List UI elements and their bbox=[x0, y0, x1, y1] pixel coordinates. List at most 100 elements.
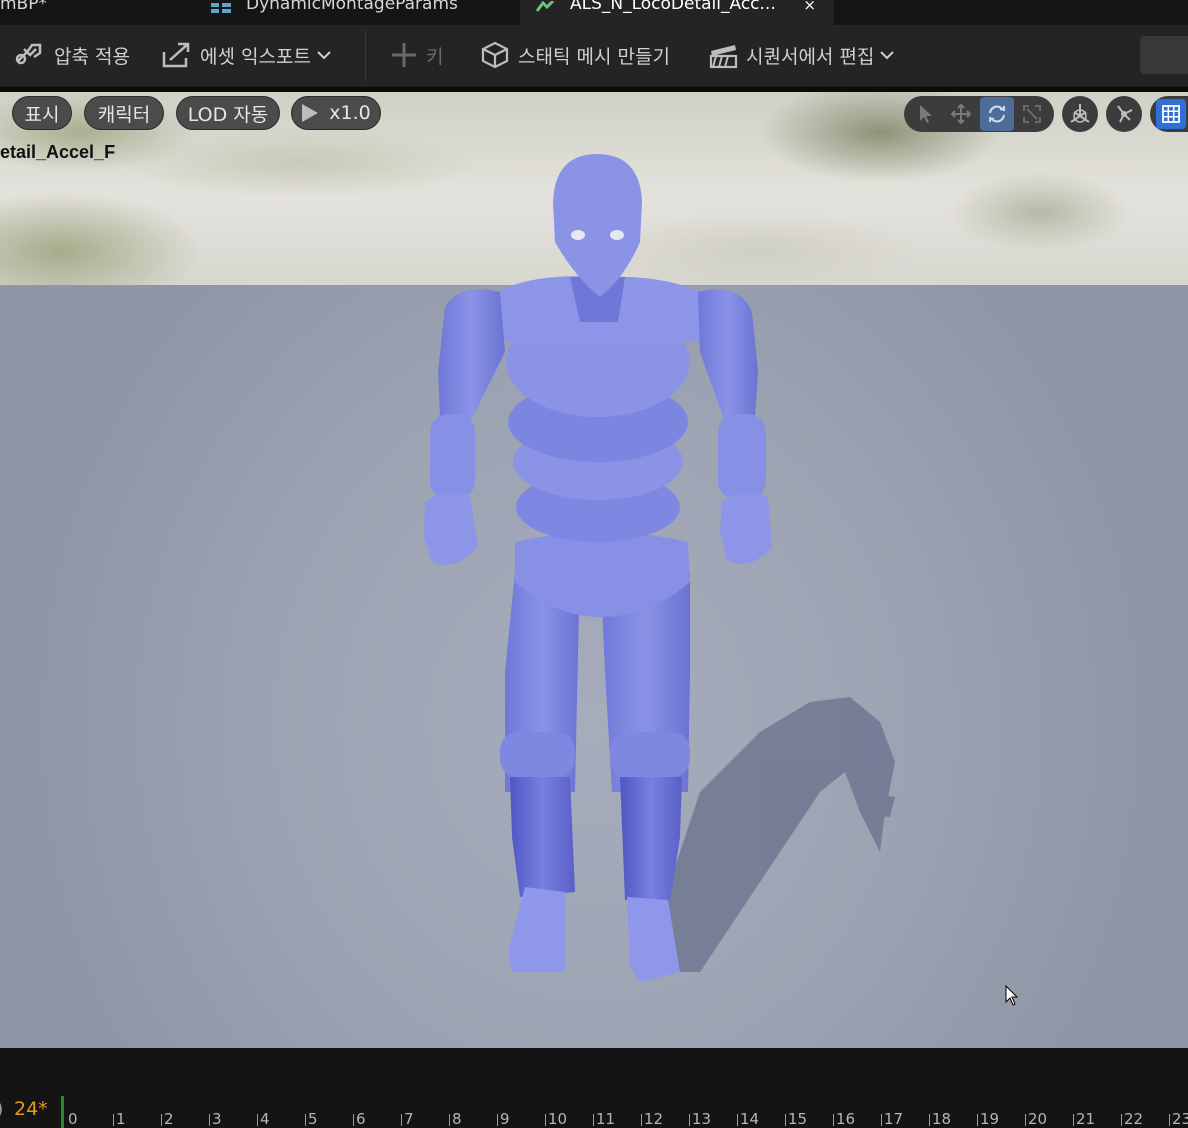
world-axes-icon bbox=[1070, 104, 1090, 123]
grid-snap-toggle[interactable] bbox=[1156, 99, 1186, 129]
add-key-label: 키 bbox=[426, 45, 444, 68]
tick-mark bbox=[497, 1114, 498, 1126]
tick-mark bbox=[161, 1114, 162, 1126]
tick-mark bbox=[977, 1114, 978, 1126]
play-icon bbox=[302, 104, 319, 122]
tick-mark bbox=[641, 1114, 642, 1126]
tick-label: 3 bbox=[212, 1110, 222, 1128]
tick-label: 11 bbox=[596, 1110, 616, 1128]
make-static-mesh-button[interactable]: 스태틱 메시 만들기 bbox=[480, 25, 670, 85]
edit-in-sequencer-button[interactable]: 시퀀서에서 편집 bbox=[708, 25, 902, 85]
tick-label: 13 bbox=[692, 1110, 712, 1128]
tick-mark bbox=[257, 1114, 258, 1126]
tick-label: 2 bbox=[164, 1110, 174, 1128]
mannequin-legs bbox=[500, 556, 690, 982]
animation-icon bbox=[535, 0, 555, 12]
tick-label: 20 bbox=[1028, 1110, 1048, 1128]
tick-label: 0 bbox=[68, 1110, 78, 1128]
show-menu-button[interactable]: 표시 bbox=[12, 96, 72, 130]
static-mesh-icon bbox=[481, 41, 509, 69]
tick-label: 21 bbox=[1076, 1110, 1096, 1128]
plus-icon bbox=[392, 43, 416, 67]
tick-mark bbox=[833, 1114, 834, 1126]
tick-mark bbox=[401, 1114, 402, 1126]
tick-label: 16 bbox=[836, 1110, 856, 1128]
playback-speed-button[interactable]: x1.0 bbox=[291, 96, 381, 130]
toolbar-overflow-button[interactable] bbox=[1140, 36, 1188, 74]
tick-label: 7 bbox=[404, 1110, 414, 1128]
tick-mark bbox=[209, 1114, 210, 1126]
tick-label: 14 bbox=[740, 1110, 760, 1128]
tick-mark bbox=[737, 1114, 738, 1126]
export-icon bbox=[162, 42, 190, 68]
sequencer-icon bbox=[709, 45, 738, 69]
mannequin-preview bbox=[424, 154, 895, 982]
tab-anim-blueprint[interactable]: mBP* bbox=[0, 0, 190, 25]
tick-mark bbox=[929, 1114, 930, 1126]
grid-snap-button[interactable] bbox=[1150, 96, 1188, 132]
tab-als-locodetail[interactable]: ALS_N_LocoDetail_Acc... × bbox=[520, 0, 834, 25]
lod-menu-button[interactable]: LOD 자동 bbox=[176, 96, 280, 130]
tick-label: 23 bbox=[1172, 1110, 1188, 1128]
export-asset-button[interactable]: 에셋 익스포트 bbox=[160, 25, 339, 85]
tick-label: 6 bbox=[356, 1110, 366, 1128]
apply-compression-button[interactable]: 압축 적용 bbox=[14, 25, 130, 85]
tick-mark bbox=[1073, 1114, 1074, 1126]
coordinate-system-button[interactable] bbox=[1062, 96, 1098, 132]
tick-label: 22 bbox=[1124, 1110, 1144, 1128]
add-key-button[interactable]: 키 bbox=[390, 25, 443, 85]
compression-icon bbox=[15, 43, 42, 65]
tick-label: 9 bbox=[500, 1110, 510, 1128]
animation-viewport[interactable]: 표시 캐릭터 LOD 자동 x1.0 etail_Accel_F bbox=[0, 92, 1188, 1048]
struct-icon bbox=[211, 2, 231, 13]
document-tab-strip: mBP* DynamicMontageParams ALS_N_LocoDeta… bbox=[0, 0, 1188, 25]
tick-mark bbox=[1121, 1114, 1122, 1126]
tick-mark bbox=[1025, 1114, 1026, 1126]
transform-tools bbox=[904, 96, 1054, 132]
translate-icon bbox=[951, 104, 972, 124]
frame-rate-display[interactable]: 24* bbox=[14, 1098, 48, 1120]
export-asset-label: 에셋 익스포트 bbox=[200, 45, 311, 68]
rotate-icon bbox=[988, 105, 1005, 123]
tick-mark bbox=[113, 1114, 114, 1126]
tick-label: 12 bbox=[644, 1110, 664, 1128]
tab-dynamic-montage-params[interactable]: DynamicMontageParams bbox=[210, 0, 510, 25]
edit-in-sequencer-label: 시퀀서에서 편집 bbox=[746, 45, 875, 68]
tick-mark bbox=[689, 1114, 690, 1126]
asset-toolbar: 압축 적용 에셋 익스포트 키 스태틱 메시 만들기 시퀀서에서 편집 bbox=[0, 25, 1188, 87]
playhead[interactable] bbox=[61, 1096, 64, 1128]
tab-label: DynamicMontageParams bbox=[246, 0, 458, 14]
tick-label: 15 bbox=[788, 1110, 808, 1128]
character-menu-button[interactable]: 캐릭터 bbox=[84, 96, 164, 130]
tick-label: 19 bbox=[980, 1110, 1000, 1128]
translate-tool-button[interactable] bbox=[944, 97, 978, 131]
tick-mark bbox=[881, 1114, 882, 1126]
animation-name-overlay: etail_Accel_F bbox=[0, 142, 116, 162]
tick-label: 4 bbox=[260, 1110, 270, 1128]
tab-label: ALS_N_LocoDetail_Acc... bbox=[570, 0, 776, 14]
tick-mark bbox=[353, 1114, 354, 1126]
apply-compression-label: 압축 적용 bbox=[54, 45, 130, 68]
select-tool-button[interactable] bbox=[909, 97, 943, 131]
tick-mark bbox=[1169, 1114, 1170, 1126]
tick-mark bbox=[545, 1114, 546, 1126]
make-static-mesh-label: 스태틱 메시 만들기 bbox=[518, 45, 670, 68]
timeline-panel: ) 24* 0123456789101112131415161718192021… bbox=[0, 1048, 1188, 1128]
rotate-tool-button[interactable] bbox=[979, 97, 1014, 131]
tick-label: 17 bbox=[884, 1110, 904, 1128]
surface-snapping-button[interactable] bbox=[1106, 96, 1142, 132]
close-icon[interactable]: × bbox=[803, 0, 816, 14]
snapping-icon bbox=[1117, 105, 1133, 123]
tick-label: 1 bbox=[116, 1110, 126, 1128]
toolbar-divider bbox=[365, 31, 366, 81]
scale-tool-button[interactable] bbox=[1015, 97, 1049, 131]
tab-label: mBP* bbox=[0, 0, 47, 14]
scale-icon bbox=[1023, 105, 1042, 123]
tick-mark bbox=[785, 1114, 786, 1126]
chevron-down-icon bbox=[317, 51, 331, 60]
tick-label: 18 bbox=[932, 1110, 952, 1128]
tick-label: 8 bbox=[452, 1110, 462, 1128]
timeline-paren: ) bbox=[0, 1098, 3, 1120]
select-icon bbox=[919, 105, 932, 123]
tick-mark bbox=[593, 1114, 594, 1126]
